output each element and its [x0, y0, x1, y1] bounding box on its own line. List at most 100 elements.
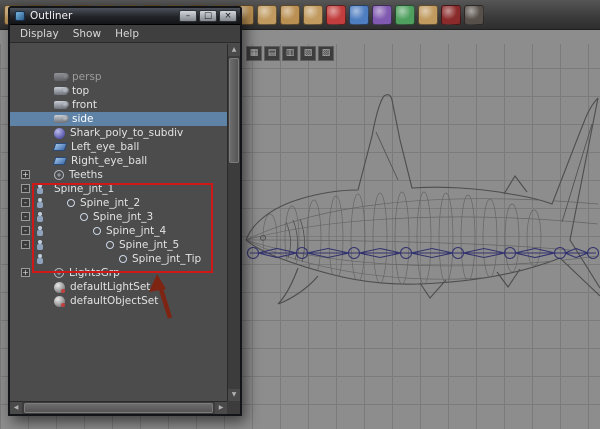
snap-curve-icon[interactable]: ▤: [264, 46, 280, 61]
outliner-item-Spine_jnt_Tip[interactable]: Spine_jnt_Tip: [10, 252, 227, 266]
joint-node-icon: [106, 241, 114, 249]
node-label: front: [72, 99, 97, 111]
shelf-icon[interactable]: [326, 4, 346, 25]
menu-help[interactable]: Help: [108, 26, 146, 42]
scroll-right-button[interactable]: ▶: [215, 402, 227, 414]
joint-node-icon: [93, 227, 101, 235]
outliner-item-Right_eye_ball[interactable]: Right_eye_ball: [10, 154, 227, 168]
joint-icon: [36, 198, 44, 208]
node-label: Left_eye_ball: [71, 141, 140, 153]
scroll-left-button[interactable]: ◀: [10, 402, 22, 414]
collapse-toggle[interactable]: -: [21, 184, 30, 193]
snap-point-icon[interactable]: ▥: [282, 46, 298, 61]
outliner-item-LightsGrp[interactable]: + LightsGrp: [10, 266, 227, 280]
outliner-item-Left_eye_ball[interactable]: Left_eye_ball: [10, 140, 227, 154]
outliner-item-top[interactable]: top: [10, 84, 227, 98]
camera-icon: [54, 115, 69, 123]
camera-icon: [54, 73, 69, 81]
subdiv-icon: [54, 127, 65, 139]
joint-icon: [36, 240, 44, 250]
set-icon: [54, 281, 65, 293]
close-button[interactable]: ×: [219, 10, 237, 22]
outliner-tree: persp top front side Shark_poly_to_subdiv Lef…: [10, 44, 227, 401]
maximize-button[interactable]: □: [199, 10, 217, 22]
outliner-item-persp[interactable]: persp: [10, 70, 227, 84]
viewport-toolbar: ▦ ▤ ▥ ▧ ▨: [246, 46, 334, 61]
shelf-icon[interactable]: [395, 4, 415, 25]
joint-icon: [36, 254, 44, 264]
node-label: Spine_jnt_3: [93, 211, 154, 223]
shark-wireframe-contours: [246, 191, 599, 285]
vertical-scroll-thumb[interactable]: [229, 58, 239, 163]
surface-icon: [52, 157, 68, 165]
joint-node-icon: [80, 213, 88, 221]
outliner-titlebar[interactable]: Outliner – □ ×: [10, 8, 240, 25]
joint-node-icon: [67, 199, 75, 207]
collapse-toggle[interactable]: -: [21, 226, 30, 235]
window-title: Outliner: [30, 10, 73, 22]
node-label: Spine_jnt_Tip: [132, 253, 202, 265]
expand-toggle[interactable]: +: [21, 170, 30, 179]
shelf-icon[interactable]: [464, 4, 484, 25]
shelf-icon[interactable]: [441, 4, 461, 25]
vertical-scrollbar[interactable]: ▲ ▼: [227, 44, 240, 401]
node-label: Shark_poly_to_subdiv: [70, 127, 184, 139]
outliner-item-defaultLightSet[interactable]: defaultLightSet: [10, 280, 227, 294]
scroll-down-button[interactable]: ▼: [228, 389, 240, 401]
joint-icon: [36, 184, 44, 194]
joint-icon: [36, 226, 44, 236]
node-label: Teeths: [69, 169, 103, 181]
node-label: side: [72, 113, 94, 125]
outliner-item-front[interactable]: front: [10, 98, 227, 112]
outliner-item-Spine_jnt_3[interactable]: - Spine_jnt_3: [10, 210, 227, 224]
node-label: defaultLightSet: [70, 281, 151, 293]
menu-show[interactable]: Show: [66, 26, 108, 42]
node-label: persp: [72, 71, 102, 83]
horizontal-scroll-thumb[interactable]: [24, 403, 213, 413]
outliner-menubar: Display Show Help: [10, 25, 240, 43]
shelf-icon[interactable]: [280, 4, 300, 25]
shelf-icon[interactable]: [349, 4, 369, 25]
menu-display[interactable]: Display: [13, 26, 66, 42]
shelf-icon[interactable]: [257, 4, 277, 25]
collapse-toggle[interactable]: -: [21, 212, 30, 221]
outliner-item-Spine_jnt_1[interactable]: - Spine_jnt_1: [10, 182, 227, 196]
node-label: Right_eye_ball: [71, 155, 148, 167]
snap-grid-icon[interactable]: ▦: [246, 46, 262, 61]
shelf-icon[interactable]: [303, 4, 323, 25]
snap-view-icon[interactable]: ▧: [300, 46, 316, 61]
camera-icon: [54, 101, 69, 109]
scrollbar-corner: [227, 401, 240, 414]
transform-icon: [54, 170, 64, 180]
horizontal-scrollbar[interactable]: ◀ ▶: [10, 401, 227, 414]
set-icon: [54, 295, 65, 307]
outliner-item-Spine_jnt_2[interactable]: - Spine_jnt_2: [10, 196, 227, 210]
snap-surface-icon[interactable]: ▨: [318, 46, 334, 61]
camera-icon: [54, 87, 69, 95]
shelf-icon[interactable]: [418, 4, 438, 25]
shark-wireframe: [245, 94, 600, 305]
node-label: Spine_jnt_4: [106, 225, 167, 237]
outliner-item-Shark_poly_to_subdiv[interactable]: Shark_poly_to_subdiv: [10, 126, 227, 140]
window-icon: [15, 11, 25, 21]
minimize-button[interactable]: –: [179, 10, 197, 22]
collapse-toggle[interactable]: -: [21, 240, 30, 249]
transform-icon: [54, 268, 64, 278]
node-label: top: [72, 85, 90, 97]
collapse-toggle[interactable]: -: [21, 198, 30, 207]
scroll-up-button[interactable]: ▲: [228, 44, 240, 56]
expand-toggle[interactable]: +: [21, 268, 30, 277]
node-label: Spine_jnt_2: [80, 197, 141, 209]
spine-joint-chain: [246, 246, 600, 260]
node-label: Spine_jnt_5: [119, 239, 180, 251]
joint-icon: [36, 212, 44, 222]
outliner-item-defaultObjectSet[interactable]: defaultObjectSet: [10, 294, 227, 308]
surface-icon: [52, 143, 68, 151]
shelf-icon[interactable]: [372, 4, 392, 25]
outliner-item-Teeths[interactable]: + Teeths: [10, 168, 227, 182]
outliner-item-Spine_jnt_4[interactable]: - Spine_jnt_4: [10, 224, 227, 238]
outliner-item-side[interactable]: side: [10, 112, 227, 126]
node-label: LightsGrp: [69, 267, 120, 279]
outliner-item-Spine_jnt_5[interactable]: - Spine_jnt_5: [10, 238, 227, 252]
node-label: Spine_jnt_1: [54, 183, 115, 195]
